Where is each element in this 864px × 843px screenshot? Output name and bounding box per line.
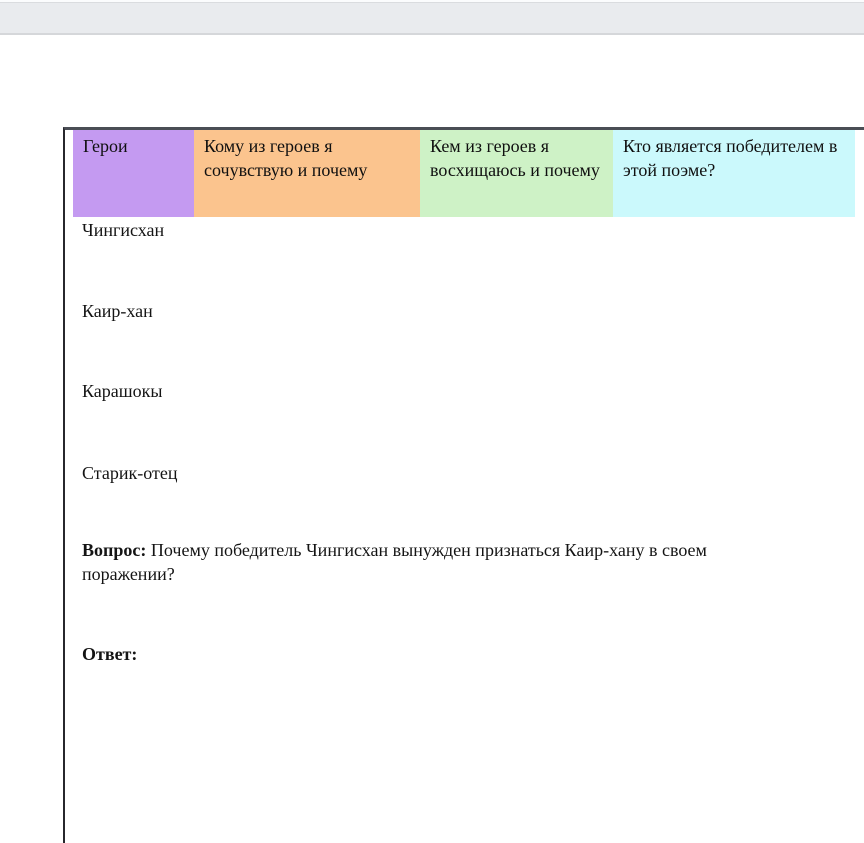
header-cell-admiration: Кем из героев я восхищаюсь и почему bbox=[420, 130, 613, 217]
hero-name: Каир-хан bbox=[82, 301, 153, 321]
hero-row-starik-otets[interactable]: Старик-отец bbox=[65, 461, 864, 538]
header-cell-heroes: Герои bbox=[73, 130, 194, 217]
table-header-row: Герои Кому из героев я сочувствую и поче… bbox=[73, 130, 864, 217]
question-text: Почему победитель Чингисхан вынужден при… bbox=[82, 540, 707, 584]
hero-name: Карашокы bbox=[82, 381, 163, 401]
worksheet-table: Герои Кому из героев я сочувствую и поче… bbox=[63, 127, 864, 843]
hero-row-chingiskhan[interactable]: Чингисхан bbox=[65, 217, 864, 299]
header-cell-sympathy: Кому из героев я сочувствую и почему bbox=[194, 130, 420, 217]
hero-name: Старик-отец bbox=[82, 463, 178, 483]
answer-label: Ответ: bbox=[82, 644, 138, 664]
browser-chrome-strip bbox=[0, 0, 864, 35]
hero-name: Чингисхан bbox=[82, 220, 165, 240]
hero-row-kair-khan[interactable]: Каир-хан bbox=[65, 299, 864, 379]
hero-row-karashoky[interactable]: Карашокы bbox=[65, 379, 864, 461]
document-page[interactable]: Герои Кому из героев я сочувствую и поче… bbox=[0, 35, 864, 843]
answer-row[interactable]: Ответ: bbox=[82, 642, 864, 666]
question-label: Вопрос: bbox=[82, 540, 147, 560]
header-cell-winner: Кто является победителем в этой поэме? bbox=[613, 130, 855, 217]
question-paragraph: Вопрос: Почему победитель Чингисхан выну… bbox=[82, 538, 794, 586]
